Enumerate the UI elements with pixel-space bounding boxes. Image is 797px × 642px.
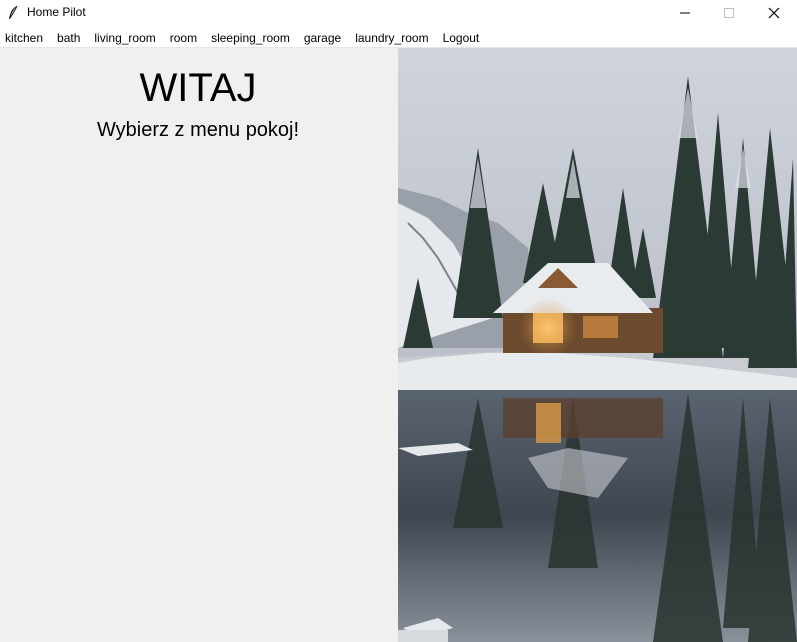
close-button[interactable] — [751, 0, 797, 26]
menu-garage[interactable]: garage — [297, 28, 348, 48]
menu-logout[interactable]: Logout — [436, 28, 487, 48]
maximize-button[interactable] — [706, 0, 752, 26]
menu-sleeping-room[interactable]: sleeping_room — [204, 28, 297, 48]
feather-icon — [7, 5, 19, 21]
window-title: Home Pilot — [27, 5, 86, 19]
minimize-button[interactable] — [662, 0, 708, 26]
close-icon — [768, 7, 780, 19]
menu-living-room[interactable]: living_room — [87, 28, 162, 48]
welcome-subheading: Wybierz z menu pokoj! — [96, 119, 300, 141]
cabin-photo — [398, 48, 797, 642]
menu-bath[interactable]: bath — [50, 28, 87, 48]
menu-bar: kitchen bath living_room room sleeping_r… — [0, 28, 797, 48]
welcome-heading: WITAJ — [139, 66, 257, 110]
minimize-icon — [680, 12, 690, 14]
welcome-panel: WITAJ Wybierz z menu pokoj! — [0, 48, 398, 642]
snowy-cabin-lake-image — [398, 48, 797, 642]
menu-kitchen[interactable]: kitchen — [0, 28, 50, 48]
maximize-icon — [724, 8, 734, 18]
menu-room[interactable]: room — [163, 28, 204, 48]
menu-laundry-room[interactable]: laundry_room — [348, 28, 435, 48]
title-bar: Home Pilot — [0, 0, 797, 26]
